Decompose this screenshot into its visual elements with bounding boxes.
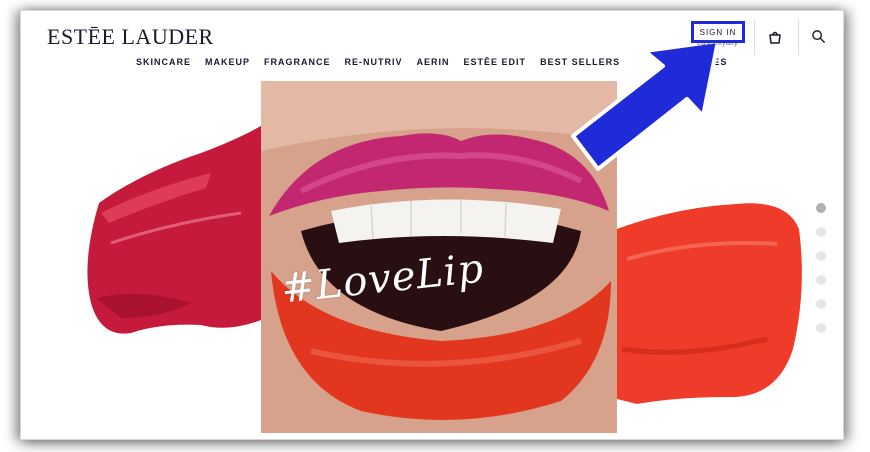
carousel-dot[interactable] bbox=[816, 251, 826, 261]
nav-skincare[interactable]: SKINCARE bbox=[136, 57, 191, 67]
search-icon[interactable] bbox=[811, 29, 826, 44]
page-frame: ESTĒE LAUDER SKINCARE MAKEUP FRAGRANCE R… bbox=[20, 10, 844, 440]
carousel-dot[interactable] bbox=[816, 275, 826, 285]
left-lipstick-swatch-image bbox=[87, 123, 266, 334]
nav-makeup[interactable]: MAKEUP bbox=[205, 57, 250, 67]
carousel-dot[interactable] bbox=[816, 227, 826, 237]
sign-in-button[interactable]: SIGN IN bbox=[691, 21, 745, 43]
nav-fragrance[interactable]: FRAGRANCE bbox=[264, 57, 331, 67]
annotation-arrow-icon bbox=[571, 41, 720, 171]
brand-logo[interactable]: ESTĒE LAUDER bbox=[47, 24, 214, 50]
carousel-dot[interactable] bbox=[816, 203, 826, 213]
nav-aerin[interactable]: AERIN bbox=[417, 57, 450, 67]
carousel-dots bbox=[816, 203, 826, 333]
header-divider bbox=[754, 19, 755, 55]
carousel-dot[interactable] bbox=[816, 323, 826, 333]
right-lipstick-swatch-image bbox=[617, 203, 802, 404]
nav-estee-edit[interactable]: ESTĒE EDIT bbox=[464, 57, 527, 67]
carousel-dot[interactable] bbox=[816, 299, 826, 309]
nav-re-nutriv[interactable]: RE-NUTRIV bbox=[345, 57, 403, 67]
header-divider bbox=[798, 19, 799, 55]
shopping-bag-icon[interactable] bbox=[767, 29, 783, 45]
